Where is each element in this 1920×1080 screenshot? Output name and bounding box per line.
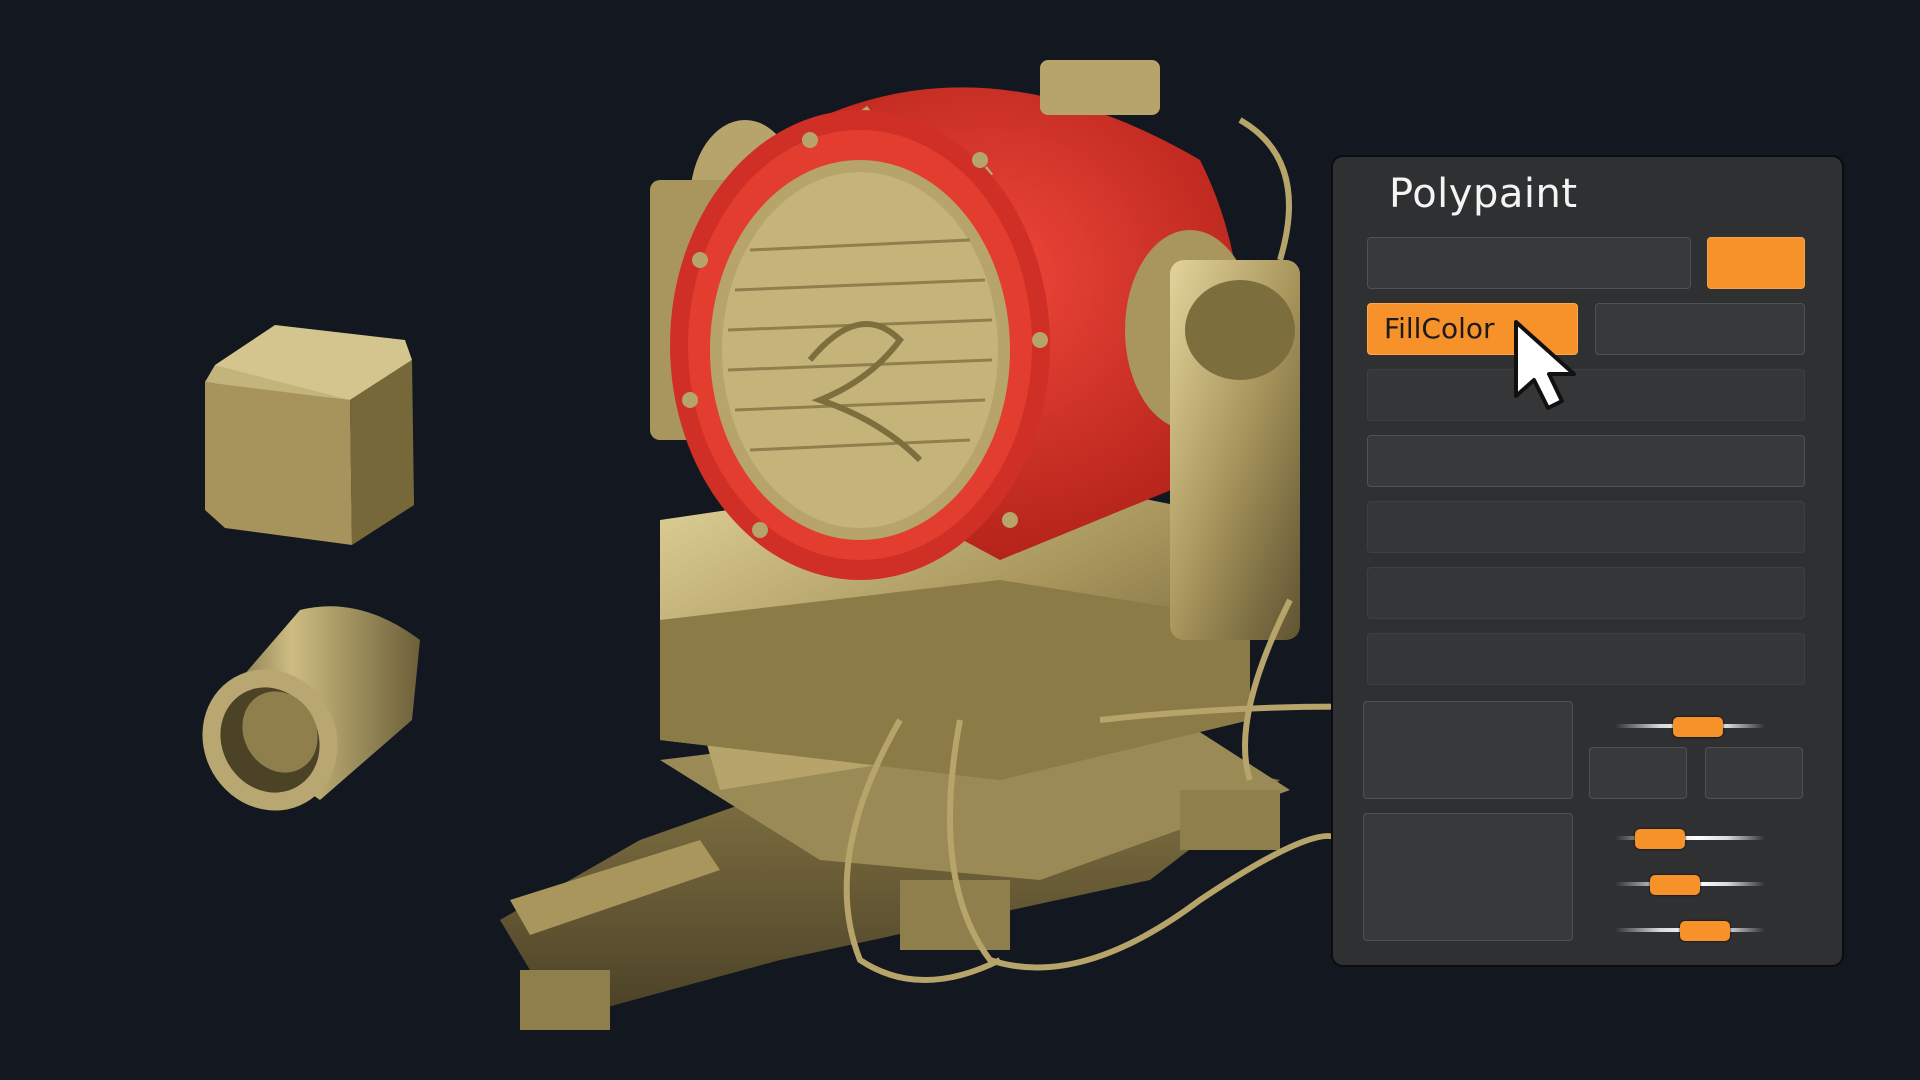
arrow-cursor-icon	[1512, 318, 1582, 417]
preview-box-1[interactable]	[1363, 701, 1573, 799]
color-swatch[interactable]	[1707, 237, 1805, 289]
slider-knob[interactable]	[1680, 921, 1730, 941]
polypaint-row-5[interactable]	[1367, 633, 1805, 685]
slider-2[interactable]	[1615, 829, 1765, 849]
preview-box-2[interactable]	[1363, 813, 1573, 941]
slider-knob[interactable]	[1650, 875, 1700, 895]
polypaint-row-1[interactable]	[1367, 369, 1805, 421]
slider-knob[interactable]	[1635, 829, 1685, 849]
polypaint-panel: Polypaint FillColor	[1331, 155, 1844, 967]
small-button-right[interactable]	[1705, 747, 1803, 799]
slider-4[interactable]	[1615, 921, 1765, 941]
slider-1[interactable]	[1615, 717, 1765, 737]
slider-3[interactable]	[1615, 875, 1765, 895]
fill-option-button[interactable]	[1595, 303, 1805, 355]
machine-model[interactable]	[500, 60, 1451, 1030]
polypaint-row-3[interactable]	[1367, 501, 1805, 553]
cylinder-primitive-icon[interactable]	[177, 606, 420, 835]
colorize-toggle[interactable]	[1367, 237, 1691, 289]
cube-primitive-icon[interactable]	[205, 325, 414, 545]
panel-title: Polypaint	[1389, 171, 1578, 217]
small-button-left[interactable]	[1589, 747, 1687, 799]
slider-knob[interactable]	[1672, 717, 1723, 737]
polypaint-row-2[interactable]	[1367, 435, 1805, 487]
polypaint-row-4[interactable]	[1367, 567, 1805, 619]
